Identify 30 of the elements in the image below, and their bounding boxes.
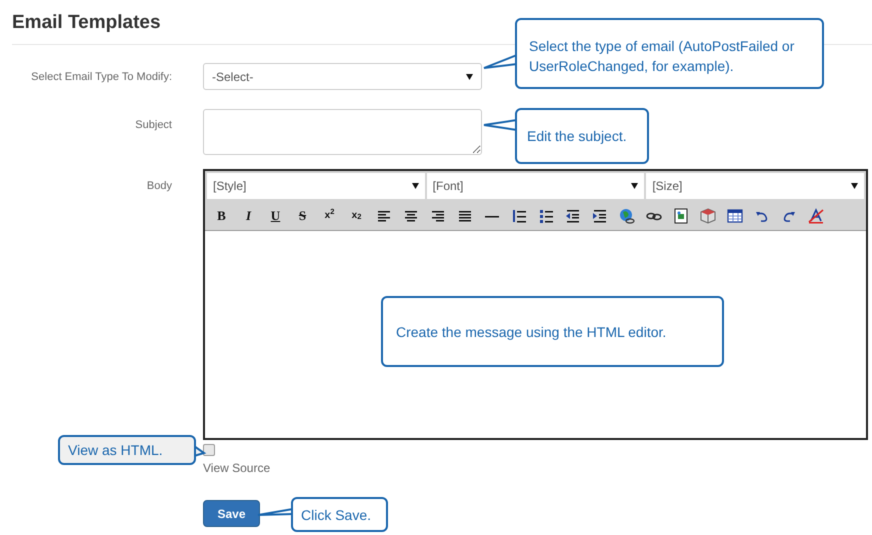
dropdown-arrow-icon (412, 183, 419, 189)
email-type-select[interactable]: -Select- (203, 63, 482, 90)
callout: Create the message using the HTML editor. (381, 296, 724, 367)
callout: View as HTML. (58, 435, 196, 465)
dropdown-arrow-icon (631, 183, 638, 189)
underline-button[interactable]: U (265, 206, 286, 226)
dropdown-arrow-icon (851, 183, 858, 189)
strike-button[interactable]: S (292, 206, 313, 226)
italic-button[interactable]: I (238, 206, 259, 226)
subject-field[interactable] (203, 109, 482, 155)
callout: Select the type of email (AutoPostFailed or UserRoleChanged, for example). (515, 18, 824, 89)
field-label: Select Email Type To Modify: (31, 70, 172, 85)
field-label: Subject (135, 118, 172, 133)
script-button[interactable]: x$_{2}$ (346, 206, 367, 226)
callout-pointer (483, 119, 518, 131)
bold-button[interactable]: B (211, 206, 232, 226)
callout-pointer (257, 508, 294, 516)
editor-dropdown[interactable]: [Style] (207, 173, 425, 199)
view-source-checkbox[interactable] (203, 444, 215, 456)
dropdown-arrow-icon (466, 74, 473, 80)
checkbox-label: View Source (203, 460, 270, 477)
editor-dropdown[interactable]: [Size] (646, 173, 864, 199)
callout-pointer (483, 54, 518, 69)
page-title: Email Templates (12, 11, 161, 35)
callout: Click Save. (291, 497, 388, 532)
field-label: Body (146, 179, 172, 194)
script-button[interactable]: x$^{2}$ (319, 206, 340, 226)
callout: Edit the subject. (515, 108, 649, 164)
editor-dropdown[interactable]: [Font] (426, 173, 644, 199)
save-button[interactable]: Save (203, 500, 260, 527)
